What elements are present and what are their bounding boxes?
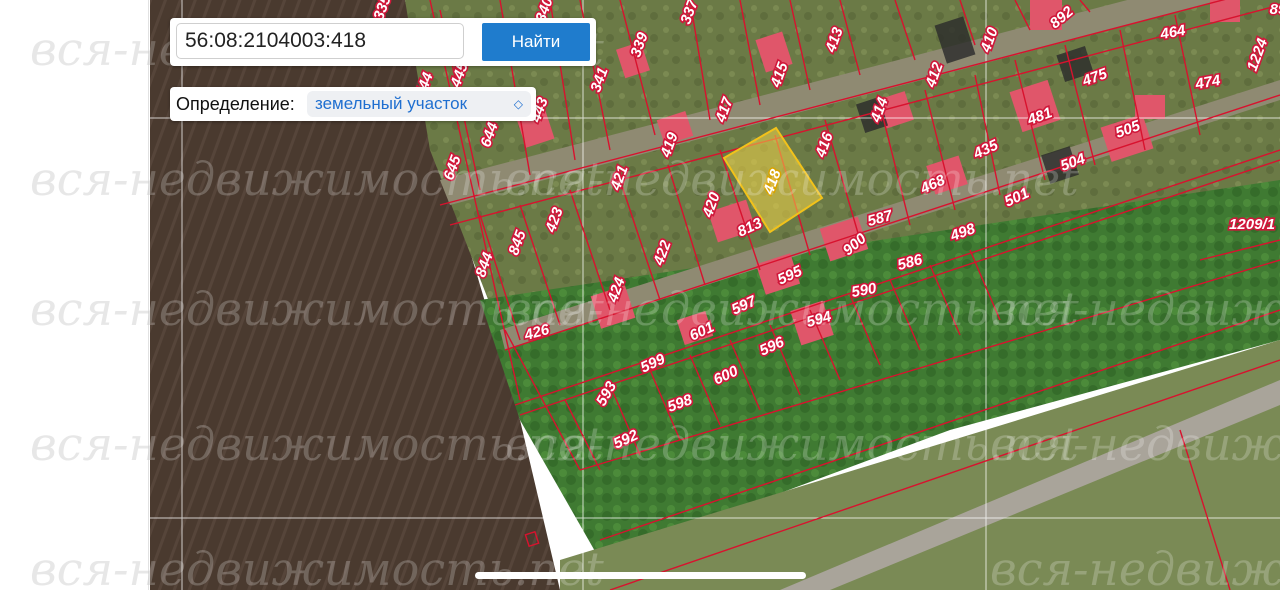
parcel-label-475[interactable]: 475 xyxy=(1078,63,1112,91)
parcel-label-424[interactable]: 424 xyxy=(602,273,630,307)
parcel-label-413[interactable]: 413 xyxy=(820,23,848,57)
parcel-label-337[interactable]: 337 xyxy=(676,0,704,28)
parcel-label-645[interactable]: 645 xyxy=(439,151,467,184)
definition-selected-value: земельный участок xyxy=(315,94,468,113)
parcel-label-592[interactable]: 592 xyxy=(609,425,643,454)
parcel-label-410[interactable]: 410 xyxy=(975,23,1003,57)
parcel-label-416[interactable]: 416 xyxy=(810,128,838,162)
parcel-label-423[interactable]: 423 xyxy=(540,203,568,237)
parcel-label-414[interactable]: 414 xyxy=(865,93,893,127)
parcel-label-595[interactable]: 595 xyxy=(773,261,807,290)
search-panel: Найти xyxy=(170,18,596,66)
parcel-label-412[interactable]: 412 xyxy=(920,58,948,92)
parcel-label-813[interactable]: 813 xyxy=(733,213,767,242)
parcel-label-590[interactable]: 590 xyxy=(849,278,880,302)
parcel-label-498[interactable]: 498 xyxy=(946,218,980,246)
watermark-text: вся-недвижимость.net xyxy=(30,542,150,590)
parcel-label-596[interactable]: 596 xyxy=(755,332,789,361)
parcel-label-464[interactable]: 464 xyxy=(1157,20,1189,45)
cadastral-number-input[interactable] xyxy=(176,23,464,59)
parcel-label-481[interactable]: 481 xyxy=(1023,103,1056,131)
parcel-label-600[interactable]: 600 xyxy=(709,361,743,390)
parcel-label-597[interactable]: 597 xyxy=(727,291,761,320)
parcel-label-599[interactable]: 599 xyxy=(636,349,670,378)
parcel-label-900[interactable]: 900 xyxy=(838,228,872,261)
parcel-label-593[interactable]: 593 xyxy=(591,376,622,410)
parcel-label-844[interactable]: 844 xyxy=(471,248,499,281)
left-watermark-layer: вся-недвижимость.net вся-недвижимость.net… xyxy=(30,22,150,590)
parcel-label-504[interactable]: 504 xyxy=(1057,148,1090,176)
parcel-label-339[interactable]: 339 xyxy=(626,28,654,61)
parcel-label-474[interactable]: 474 xyxy=(1192,70,1224,95)
parcel-label-420[interactable]: 420 xyxy=(697,188,725,222)
parcel-label-468[interactable]: 468 xyxy=(915,170,950,200)
parcel-label-505[interactable]: 505 xyxy=(1112,115,1145,143)
parcel-label-418[interactable]: 418 xyxy=(758,165,786,199)
parcel-label-421[interactable]: 421 xyxy=(605,162,633,195)
definition-select[interactable]: земельный участок ◇ xyxy=(307,91,531,117)
parcel-label-419[interactable]: 419 xyxy=(655,128,683,162)
parcel-label-1224[interactable]: 1224 xyxy=(1242,34,1273,75)
parcel-label-601[interactable]: 601 xyxy=(685,317,718,346)
parcel-label-845[interactable]: 845 xyxy=(504,226,532,259)
find-button[interactable]: Найти xyxy=(482,23,590,61)
home-indicator-bar[interactable] xyxy=(475,572,806,579)
chevron-updown-icon: ◇ xyxy=(513,97,523,111)
parcel-label-426[interactable]: 426 xyxy=(520,319,553,346)
watermark-text: вся-недвижимость.net xyxy=(30,417,150,471)
parcel-label-587[interactable]: 587 xyxy=(864,205,896,231)
definition-panel: Определение: земельный участок ◇ xyxy=(170,87,536,121)
parcel-label-586[interactable]: 586 xyxy=(894,249,926,275)
parcel-label-89[interactable]: 89 xyxy=(1268,0,1280,20)
parcel-label-435[interactable]: 435 xyxy=(968,135,1003,165)
parcel-label-341[interactable]: 341 xyxy=(586,64,614,97)
parcel-label-598[interactable]: 598 xyxy=(664,389,697,417)
watermark-text: вся-недвижимость.net xyxy=(30,22,150,76)
watermark-text: вся-недвижимость.net xyxy=(30,282,150,336)
watermark-text: вся-недвижимость.net xyxy=(30,152,150,206)
parcel-label-1209-1[interactable]: 1209/1 xyxy=(1227,214,1276,234)
definition-label: Определение: xyxy=(176,94,295,114)
parcel-label-417[interactable]: 417 xyxy=(710,93,738,127)
parcel-label-594[interactable]: 594 xyxy=(803,306,835,332)
parcel-label-415[interactable]: 415 xyxy=(765,58,793,92)
parcel-label-644[interactable]: 644 xyxy=(476,118,504,151)
parcel-label-892[interactable]: 892 xyxy=(1045,1,1079,34)
parcel-label-422[interactable]: 422 xyxy=(648,236,676,270)
parcel-label-501[interactable]: 501 xyxy=(1000,183,1033,212)
